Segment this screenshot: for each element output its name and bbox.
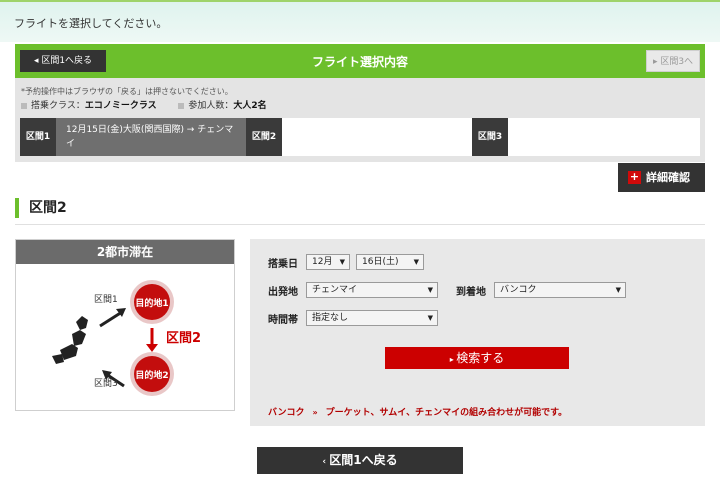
seg1-label: 区間1 bbox=[94, 294, 118, 305]
two-city-stay-diagram: 2都市滞在 目的地1 目的地2 区間1 区間2 区間3 bbox=[15, 239, 235, 411]
arrow-to-dest1-icon bbox=[99, 308, 126, 328]
segment2-tag: 区間2 bbox=[246, 118, 282, 156]
detail-button-label: 詳細確認 bbox=[646, 171, 690, 184]
divider bbox=[15, 224, 705, 225]
destination-select[interactable]: バンコク ▼ bbox=[494, 282, 626, 298]
class-value: エコノミークラス bbox=[84, 101, 157, 111]
segment1-tag: 区間1 bbox=[20, 118, 56, 156]
double-arrow-icon: » bbox=[312, 408, 318, 417]
dest1-label: 目的地1 bbox=[135, 297, 168, 309]
selection-summary: *予約操作中はブラウザの「戻る」は押さないでください。 搭乗クラス：エコノミーク… bbox=[15, 78, 705, 162]
destination-value: バンコク bbox=[500, 285, 537, 295]
to-segment3-button[interactable]: ▸ 区間3へ bbox=[646, 50, 700, 72]
class-and-passengers: 搭乗クラス：エコノミークラス 参加人数：大人2名 bbox=[21, 98, 267, 111]
day-select[interactable]: 16日(土) ▼ bbox=[356, 254, 424, 270]
segment2-info bbox=[282, 118, 472, 156]
top-banner: フライトを選択してください。 bbox=[0, 0, 720, 42]
detail-confirm-button[interactable]: + 詳細確認 bbox=[618, 163, 705, 192]
search-button-label: 検索する bbox=[456, 351, 505, 365]
month-select[interactable]: 12月 ▼ bbox=[306, 254, 350, 270]
section-title: 区間2 bbox=[15, 198, 67, 218]
combination-note: バンコク » プーケット、サムイ、チェンマイの組み合わせが可能です。 bbox=[268, 405, 567, 418]
seg3-label: 区間3 bbox=[94, 378, 118, 389]
dropdown-arrow-icon: ▼ bbox=[413, 258, 419, 266]
segment3-tag: 区間3 bbox=[472, 118, 508, 156]
japan-map-icon bbox=[52, 316, 88, 364]
time-value: 指定なし bbox=[312, 313, 349, 323]
next-button-label: 区間3へ bbox=[660, 57, 694, 67]
time-label: 時間帯 bbox=[268, 315, 298, 326]
segment1-info: 12月15日(金)大阪(関西国際) → チェンマイ bbox=[56, 118, 246, 156]
month-value: 12月 bbox=[312, 257, 333, 267]
search-form: 搭乗日 12月 ▼ 16日(土) ▼ 出発地 チェンマイ ▼ 到着地 バンコク ▼ 時間… bbox=[250, 239, 705, 426]
plus-icon: + bbox=[628, 170, 641, 184]
route-diagram: 目的地1 目的地2 区間1 区間2 区間3 bbox=[52, 280, 201, 396]
class-label: 搭乗クラス： bbox=[31, 101, 85, 111]
dropdown-arrow-icon: ▼ bbox=[339, 258, 345, 266]
origin-label: 出発地 bbox=[268, 287, 298, 298]
dest2-label: 目的地2 bbox=[135, 369, 168, 381]
pax-value: 大人2名 bbox=[233, 101, 267, 111]
stay-title: 2都市滞在 bbox=[16, 240, 234, 264]
dropdown-arrow-icon: ▼ bbox=[615, 286, 621, 294]
origin-select[interactable]: チェンマイ ▼ bbox=[306, 282, 438, 298]
combo-city: バンコク bbox=[268, 408, 305, 418]
day-value: 16日(土) bbox=[362, 257, 399, 267]
time-select[interactable]: 指定なし ▼ bbox=[306, 310, 438, 326]
seg2-label: 区間2 bbox=[166, 331, 201, 346]
segment3-info bbox=[508, 118, 700, 156]
bottom-back-to-segment1-button[interactable]: ‹ 区間1へ戻る bbox=[257, 447, 463, 474]
dropdown-arrow-icon: ▼ bbox=[427, 286, 433, 294]
warning-note: *予約操作中はブラウザの「戻る」は押さないでください。 bbox=[21, 87, 233, 96]
bullet-icon bbox=[21, 102, 27, 109]
flight-selection-header: ◂ 区間1へ戻る フライト選択内容 ▸ 区間3へ bbox=[15, 44, 705, 78]
origin-value: チェンマイ bbox=[312, 285, 358, 295]
dropdown-arrow-icon: ▼ bbox=[427, 314, 433, 322]
search-button[interactable]: ▸ 検索する bbox=[385, 347, 569, 369]
header-title: フライト選択内容 bbox=[311, 55, 408, 69]
bullet-icon bbox=[178, 102, 185, 109]
pax-label: 参加人数： bbox=[188, 101, 234, 111]
combo-text: プーケット、サムイ、チェンマイの組み合わせが可能です。 bbox=[325, 408, 568, 418]
bottom-back-label: 区間1へ戻る bbox=[329, 453, 398, 467]
destination-label: 到着地 bbox=[456, 287, 486, 298]
arrow-down-icon bbox=[146, 328, 158, 352]
segment-list: 区間1 12月15日(金)大阪(関西国際) → チェンマイ 区間2 区間3 bbox=[20, 118, 700, 156]
date-label: 搭乗日 bbox=[268, 259, 298, 270]
intro-text: フライトを選択してください。 bbox=[14, 17, 168, 30]
